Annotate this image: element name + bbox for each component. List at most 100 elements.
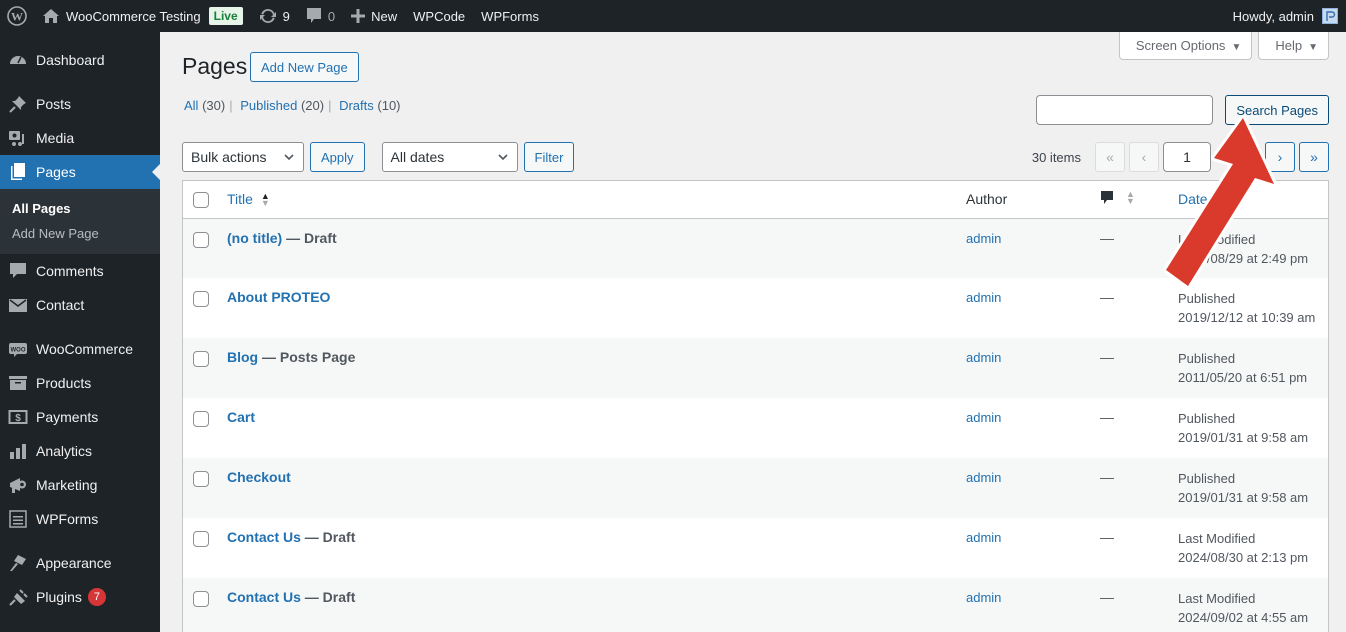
sidebar-item-plugins[interactable]: Plugins 7 xyxy=(0,580,160,614)
title-cell: Cart xyxy=(227,398,966,458)
site-name-link[interactable]: WooCommerce Testing Live xyxy=(34,0,251,32)
page-title-link[interactable]: About PROTEO xyxy=(227,289,330,305)
publish-status: Published xyxy=(1178,351,1236,366)
row-checkbox[interactable] xyxy=(193,531,209,547)
page-title-link[interactable]: Blog xyxy=(227,349,258,365)
page-title-link[interactable]: (no title) xyxy=(227,230,282,246)
plus-icon xyxy=(351,9,366,23)
sidebar-item-comments[interactable]: Comments xyxy=(0,254,160,288)
page-title-link[interactable]: Contact Us xyxy=(227,529,301,545)
apply-button[interactable]: Apply xyxy=(310,142,365,172)
sidebar-item-label: Pages xyxy=(36,164,76,180)
view-all[interactable]: All (30) xyxy=(184,98,225,113)
column-comments[interactable]: ▲ ▼ xyxy=(1100,181,1178,219)
sidebar-item-contact[interactable]: Contact xyxy=(0,288,160,322)
updates-link[interactable]: 9 xyxy=(251,0,298,32)
current-page-input[interactable]: 1 xyxy=(1163,142,1211,172)
mail-icon xyxy=(8,295,28,315)
author-link[interactable]: admin xyxy=(966,290,1001,305)
sidebar-item-dashboard[interactable]: Dashboard xyxy=(0,43,160,77)
post-state: — Draft xyxy=(304,589,356,605)
row-checkbox[interactable] xyxy=(193,231,209,248)
select-all-checkbox[interactable] xyxy=(193,191,209,208)
sidebar-item-posts[interactable]: Posts xyxy=(0,87,160,121)
author-link[interactable]: admin xyxy=(966,350,1001,365)
author-link[interactable]: admin xyxy=(966,530,1001,545)
dashboard-icon xyxy=(8,50,28,70)
last-page-button[interactable]: » xyxy=(1299,142,1329,172)
row-checkbox[interactable] xyxy=(193,351,209,367)
column-date[interactable]: Date xyxy=(1178,181,1328,219)
column-title[interactable]: Title ▲ ▼ xyxy=(227,181,966,219)
greeting: Howdy, admin xyxy=(1232,8,1314,24)
page-title-link[interactable]: Contact Us xyxy=(227,589,301,605)
wordpress-logo-button[interactable]: W xyxy=(0,0,34,32)
author-link[interactable]: admin xyxy=(966,590,1001,605)
site-name: WooCommerce Testing xyxy=(66,8,201,24)
new-label: New xyxy=(371,8,398,24)
row-checkbox[interactable] xyxy=(193,411,209,427)
publish-date: 2019/01/31 at 9:58 am xyxy=(1178,430,1309,445)
row-checkbox[interactable] xyxy=(193,471,209,487)
wpforms-link[interactable]: WPForms xyxy=(473,0,547,32)
sidebar-item-products[interactable]: Products xyxy=(0,366,160,400)
sidebar-item-appearance[interactable]: Appearance xyxy=(0,546,160,580)
comments-count: — xyxy=(1100,229,1114,246)
tablenav-top: Bulk actions Apply All dates Filter 30 i… xyxy=(182,142,1329,172)
svg-text:$: $ xyxy=(15,413,21,424)
first-page-button[interactable]: « xyxy=(1095,142,1125,172)
comments-count: 0 xyxy=(327,8,336,24)
author-cell: admin xyxy=(966,458,1100,518)
dollar-icon: $ xyxy=(8,407,28,427)
view-published[interactable]: Published (20) xyxy=(240,98,324,113)
sidebar-item-woocommerce[interactable]: WOO WooCommerce xyxy=(0,332,160,366)
submenu-all-pages[interactable]: All Pages xyxy=(0,196,160,221)
sidebar-item-wpforms[interactable]: WPForms xyxy=(0,502,160,536)
new-content-link[interactable]: New xyxy=(343,0,405,32)
author-link[interactable]: admin xyxy=(966,231,1001,246)
help-button[interactable]: Help ▼ xyxy=(1258,32,1329,60)
next-page-button[interactable]: › xyxy=(1265,142,1295,172)
publish-status: Published xyxy=(1178,471,1236,486)
sidebar-item-pages[interactable]: Pages xyxy=(0,155,160,189)
row-checkbox-cell xyxy=(183,458,227,518)
table-row: About PROTEO admin — Published 2019/12/1… xyxy=(183,278,1328,338)
comments-cell: — xyxy=(1100,578,1178,632)
table-row: Blog — Posts Page admin — Published 2011… xyxy=(183,338,1328,398)
title-cell: Contact Us — Draft xyxy=(227,578,966,632)
view-label: Published xyxy=(240,98,298,113)
publish-date: 2019/01/31 at 9:58 am xyxy=(1178,490,1309,505)
bulk-actions-select[interactable]: Bulk actions xyxy=(182,142,304,172)
add-new-page-button[interactable]: Add New Page xyxy=(250,52,359,82)
table-row: (no title) — Draft admin — Last Modified… xyxy=(183,218,1328,278)
date-cell: Published 2019/01/31 at 9:58 am xyxy=(1178,398,1328,458)
sidebar-item-payments[interactable]: $ Payments xyxy=(0,400,160,434)
author-link[interactable]: admin xyxy=(966,470,1001,485)
view-drafts[interactable]: Drafts (10) xyxy=(339,98,400,113)
page-title-link[interactable]: Checkout xyxy=(227,469,291,485)
my-account-link[interactable]: Howdy, admin xyxy=(1225,0,1346,32)
wpcode-link[interactable]: WPCode xyxy=(405,0,473,32)
screen-options-button[interactable]: Screen Options ▼ xyxy=(1118,32,1253,60)
dates-filter-select[interactable]: All dates xyxy=(381,142,518,172)
author-cell: admin xyxy=(966,218,1100,278)
search-input[interactable] xyxy=(1036,95,1214,125)
sidebar-item-media[interactable]: Media xyxy=(0,121,160,155)
row-checkbox[interactable] xyxy=(193,591,209,607)
author-link[interactable]: admin xyxy=(966,410,1001,425)
sidebar-item-label: WooCommerce xyxy=(36,341,133,357)
view-count: (30) xyxy=(202,98,226,113)
comments-link[interactable]: 0 xyxy=(298,0,343,32)
publish-date: 2024/08/29 at 2:49 pm xyxy=(1178,250,1309,266)
author-cell: admin xyxy=(966,578,1100,632)
sidebar-item-marketing[interactable]: Marketing xyxy=(0,468,160,502)
sidebar-item-analytics[interactable]: Analytics xyxy=(0,434,160,468)
submenu-add-new-page[interactable]: Add New Page xyxy=(0,221,160,246)
form-icon xyxy=(8,509,28,529)
prev-page-button[interactable]: ‹ xyxy=(1129,142,1159,172)
filter-button[interactable]: Filter xyxy=(523,142,575,172)
search-pages-button[interactable]: Search Pages xyxy=(1225,95,1329,125)
date-cell: Published 2019/01/31 at 9:58 am xyxy=(1178,458,1328,518)
row-checkbox[interactable] xyxy=(193,291,209,307)
page-title-link[interactable]: Cart xyxy=(227,409,255,425)
